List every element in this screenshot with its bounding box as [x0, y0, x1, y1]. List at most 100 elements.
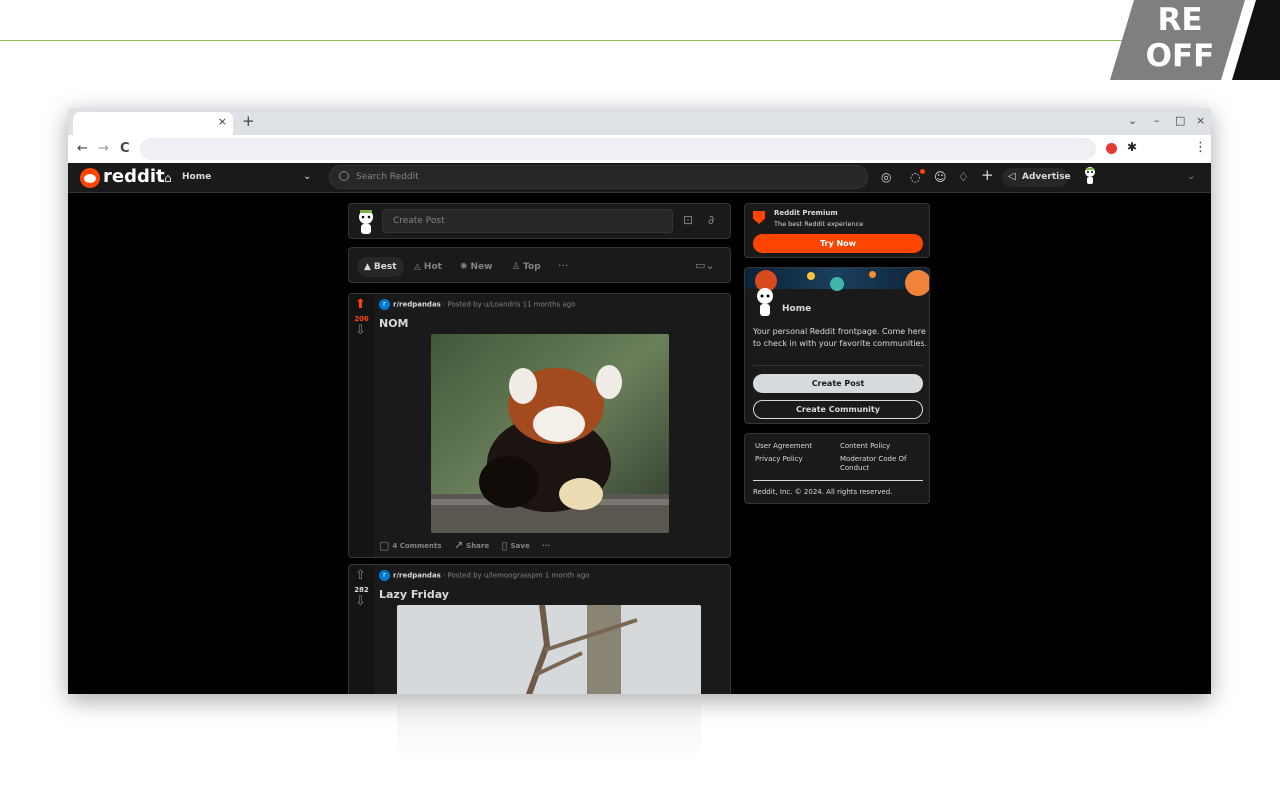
create-post-avatar[interactable]	[355, 207, 377, 235]
image-upload-icon[interactable]: ⊡	[683, 213, 693, 227]
reddit-header: reddit ⌂ Home ⌄ ◎ ◌ ☺ ♢ + ◁ Advertise ⌄	[68, 163, 1211, 193]
user-avatar[interactable]	[1082, 165, 1098, 185]
link-icon[interactable]: ∂	[708, 213, 714, 227]
sort-top-button[interactable]: ♙ Top	[505, 257, 548, 277]
downvote-arrow-icon[interactable]: ⇩	[355, 324, 366, 338]
advertise-button[interactable]: ◁ Advertise	[1002, 168, 1071, 187]
reddit-wordmark[interactable]: reddit	[103, 167, 165, 187]
save-label: Save	[510, 541, 530, 550]
footer-divider	[753, 480, 923, 481]
post-title[interactable]: NOM	[379, 317, 409, 330]
upvote-arrow-icon[interactable]: ⬆	[355, 298, 366, 312]
comments-button[interactable]: ▢ 4 Comments	[379, 539, 442, 552]
browser-window: × + ⌄ – □ × ← → C ✱ ⋮ reddit ⌂ Home ⌄ ◎ …	[68, 108, 1211, 694]
premium-title: Reddit Premium	[774, 209, 838, 217]
coins-icon[interactable]: ◌	[910, 170, 920, 184]
post-meta: r r/redpandas · Posted by u/Loandris 11 m…	[379, 299, 575, 310]
post-actions: ▢ 4 Comments ↗ Share ▯ Save ···	[379, 539, 560, 552]
forward-button[interactable]: →	[98, 141, 109, 156]
top-divider-line	[0, 40, 1200, 41]
chevron-down-icon[interactable]: ⌄	[303, 171, 311, 182]
home-dropdown-label[interactable]: Home	[182, 172, 211, 182]
subreddit-link[interactable]: r/redpandas	[393, 301, 441, 309]
back-button[interactable]: ←	[77, 141, 88, 156]
share-label: Share	[466, 541, 490, 550]
puzzle-icon[interactable]: ✱	[1127, 140, 1137, 154]
reoff-logo: RE OFF	[1110, 0, 1280, 80]
save-button[interactable]: ▯ Save	[502, 539, 530, 552]
minimize-button[interactable]: –	[1154, 114, 1160, 127]
home-card-title: Home	[782, 304, 812, 314]
close-window-button[interactable]: ×	[1196, 114, 1205, 127]
downvote-arrow-icon[interactable]: ⇩	[355, 595, 366, 609]
sort-top-label: Top	[523, 262, 541, 272]
upvote-arrow-icon[interactable]: ⇧	[355, 569, 366, 583]
post-title[interactable]: Lazy Friday	[379, 588, 449, 601]
address-bar[interactable]	[140, 138, 1096, 160]
subreddit-icon[interactable]: r	[379, 570, 390, 581]
shield-icon	[753, 211, 765, 224]
create-post-input[interactable]: Create Post	[382, 209, 673, 233]
post-card[interactable]: ⬆ 206 ⇩ r r/redpandas · Posted by u/Loand…	[348, 293, 731, 558]
user-menu-chevron-icon[interactable]: ⌄	[1187, 171, 1195, 182]
comment-icon: ▢	[379, 539, 390, 552]
bell-icon[interactable]: ♢	[958, 170, 969, 184]
premium-subtitle: The best Reddit experience	[774, 220, 864, 228]
flame-icon: ◬	[414, 262, 421, 272]
comments-label: 4 Comments	[392, 541, 442, 550]
subreddit-link[interactable]: r/redpandas	[393, 572, 441, 580]
moderator-code-link[interactable]: Moderator Code Of Conduct	[840, 455, 920, 473]
footer-links-card: User Agreement Content Policy Privacy Po…	[744, 433, 930, 504]
reload-button[interactable]: C	[120, 141, 130, 156]
post-image[interactable]	[431, 334, 669, 533]
share-button[interactable]: ↗ Share	[454, 539, 490, 552]
sidebar-create-post-button[interactable]: Create Post	[753, 374, 923, 393]
rocket-icon: ▲	[364, 262, 371, 272]
post-more-button[interactable]: ···	[542, 542, 550, 550]
content-policy-link[interactable]: Content Policy	[840, 442, 890, 451]
tab-close-icon[interactable]: ×	[218, 115, 227, 128]
search-bar[interactable]	[329, 165, 868, 189]
sort-best-label: Best	[373, 262, 397, 272]
home-snoo-avatar	[757, 288, 773, 316]
reddit-logo-icon[interactable]	[80, 168, 100, 188]
post-image[interactable]	[397, 605, 701, 694]
chat-icon[interactable]: ☺	[934, 170, 947, 184]
subreddit-icon[interactable]: r	[379, 299, 390, 310]
sort-best-button[interactable]: ▲ Best	[357, 257, 404, 277]
home-card-description: Your personal Reddit frontpage. Come her…	[753, 327, 928, 348]
post-card[interactable]: ⇧ 282 ⇩ r r/redpandas · Posted by u/lemon…	[348, 564, 731, 694]
tab-strip: × + ⌄ – □ ×	[68, 108, 1211, 135]
notification-dot	[920, 169, 925, 174]
new-tab-button[interactable]: +	[242, 114, 255, 129]
create-community-button[interactable]: Create Community	[753, 400, 923, 419]
browser-tab[interactable]: ×	[73, 112, 233, 135]
create-icon[interactable]: +	[981, 168, 994, 183]
search-input[interactable]	[356, 169, 656, 185]
popular-icon[interactable]: ◎	[881, 170, 891, 184]
home-icon: ⌂	[164, 171, 172, 185]
privacy-policy-link[interactable]: Privacy Policy	[755, 455, 803, 464]
chart-icon: ♙	[512, 262, 521, 272]
home-card: Home Your personal Reddit frontpage. Com…	[744, 267, 930, 424]
logo-line-2: OFF	[1145, 38, 1215, 74]
sort-hot-button[interactable]: ◬ Hot	[407, 257, 449, 277]
image-reflection	[397, 694, 701, 760]
advertise-label: Advertise	[1022, 172, 1071, 182]
view-toggle-icon[interactable]: ▭⌄	[695, 259, 715, 272]
sort-new-button[interactable]: ✺ New	[453, 257, 500, 277]
create-post-bar: Create Post ⊡ ∂	[348, 203, 731, 239]
extension-icon[interactable]	[1106, 143, 1117, 154]
sort-bar: ▲ Best ◬ Hot ✺ New ♙ Top ··· ▭⌄	[348, 247, 731, 283]
tab-search-icon[interactable]: ⌄	[1128, 114, 1137, 127]
sort-more-button[interactable]: ···	[558, 259, 569, 272]
try-now-button[interactable]: Try Now	[753, 234, 923, 253]
logo-line-1: RE	[1157, 2, 1203, 38]
posted-by: · Posted by u/Loandris 11 months ago	[440, 300, 576, 309]
home-card-divider	[753, 365, 923, 366]
browser-menu-button[interactable]: ⋮	[1194, 140, 1207, 155]
user-agreement-link[interactable]: User Agreement	[755, 442, 812, 451]
browser-toolbar: ← → C ✱ ⋮	[68, 135, 1211, 163]
sparkle-icon: ✺	[460, 262, 468, 272]
maximize-button[interactable]: □	[1175, 114, 1185, 127]
